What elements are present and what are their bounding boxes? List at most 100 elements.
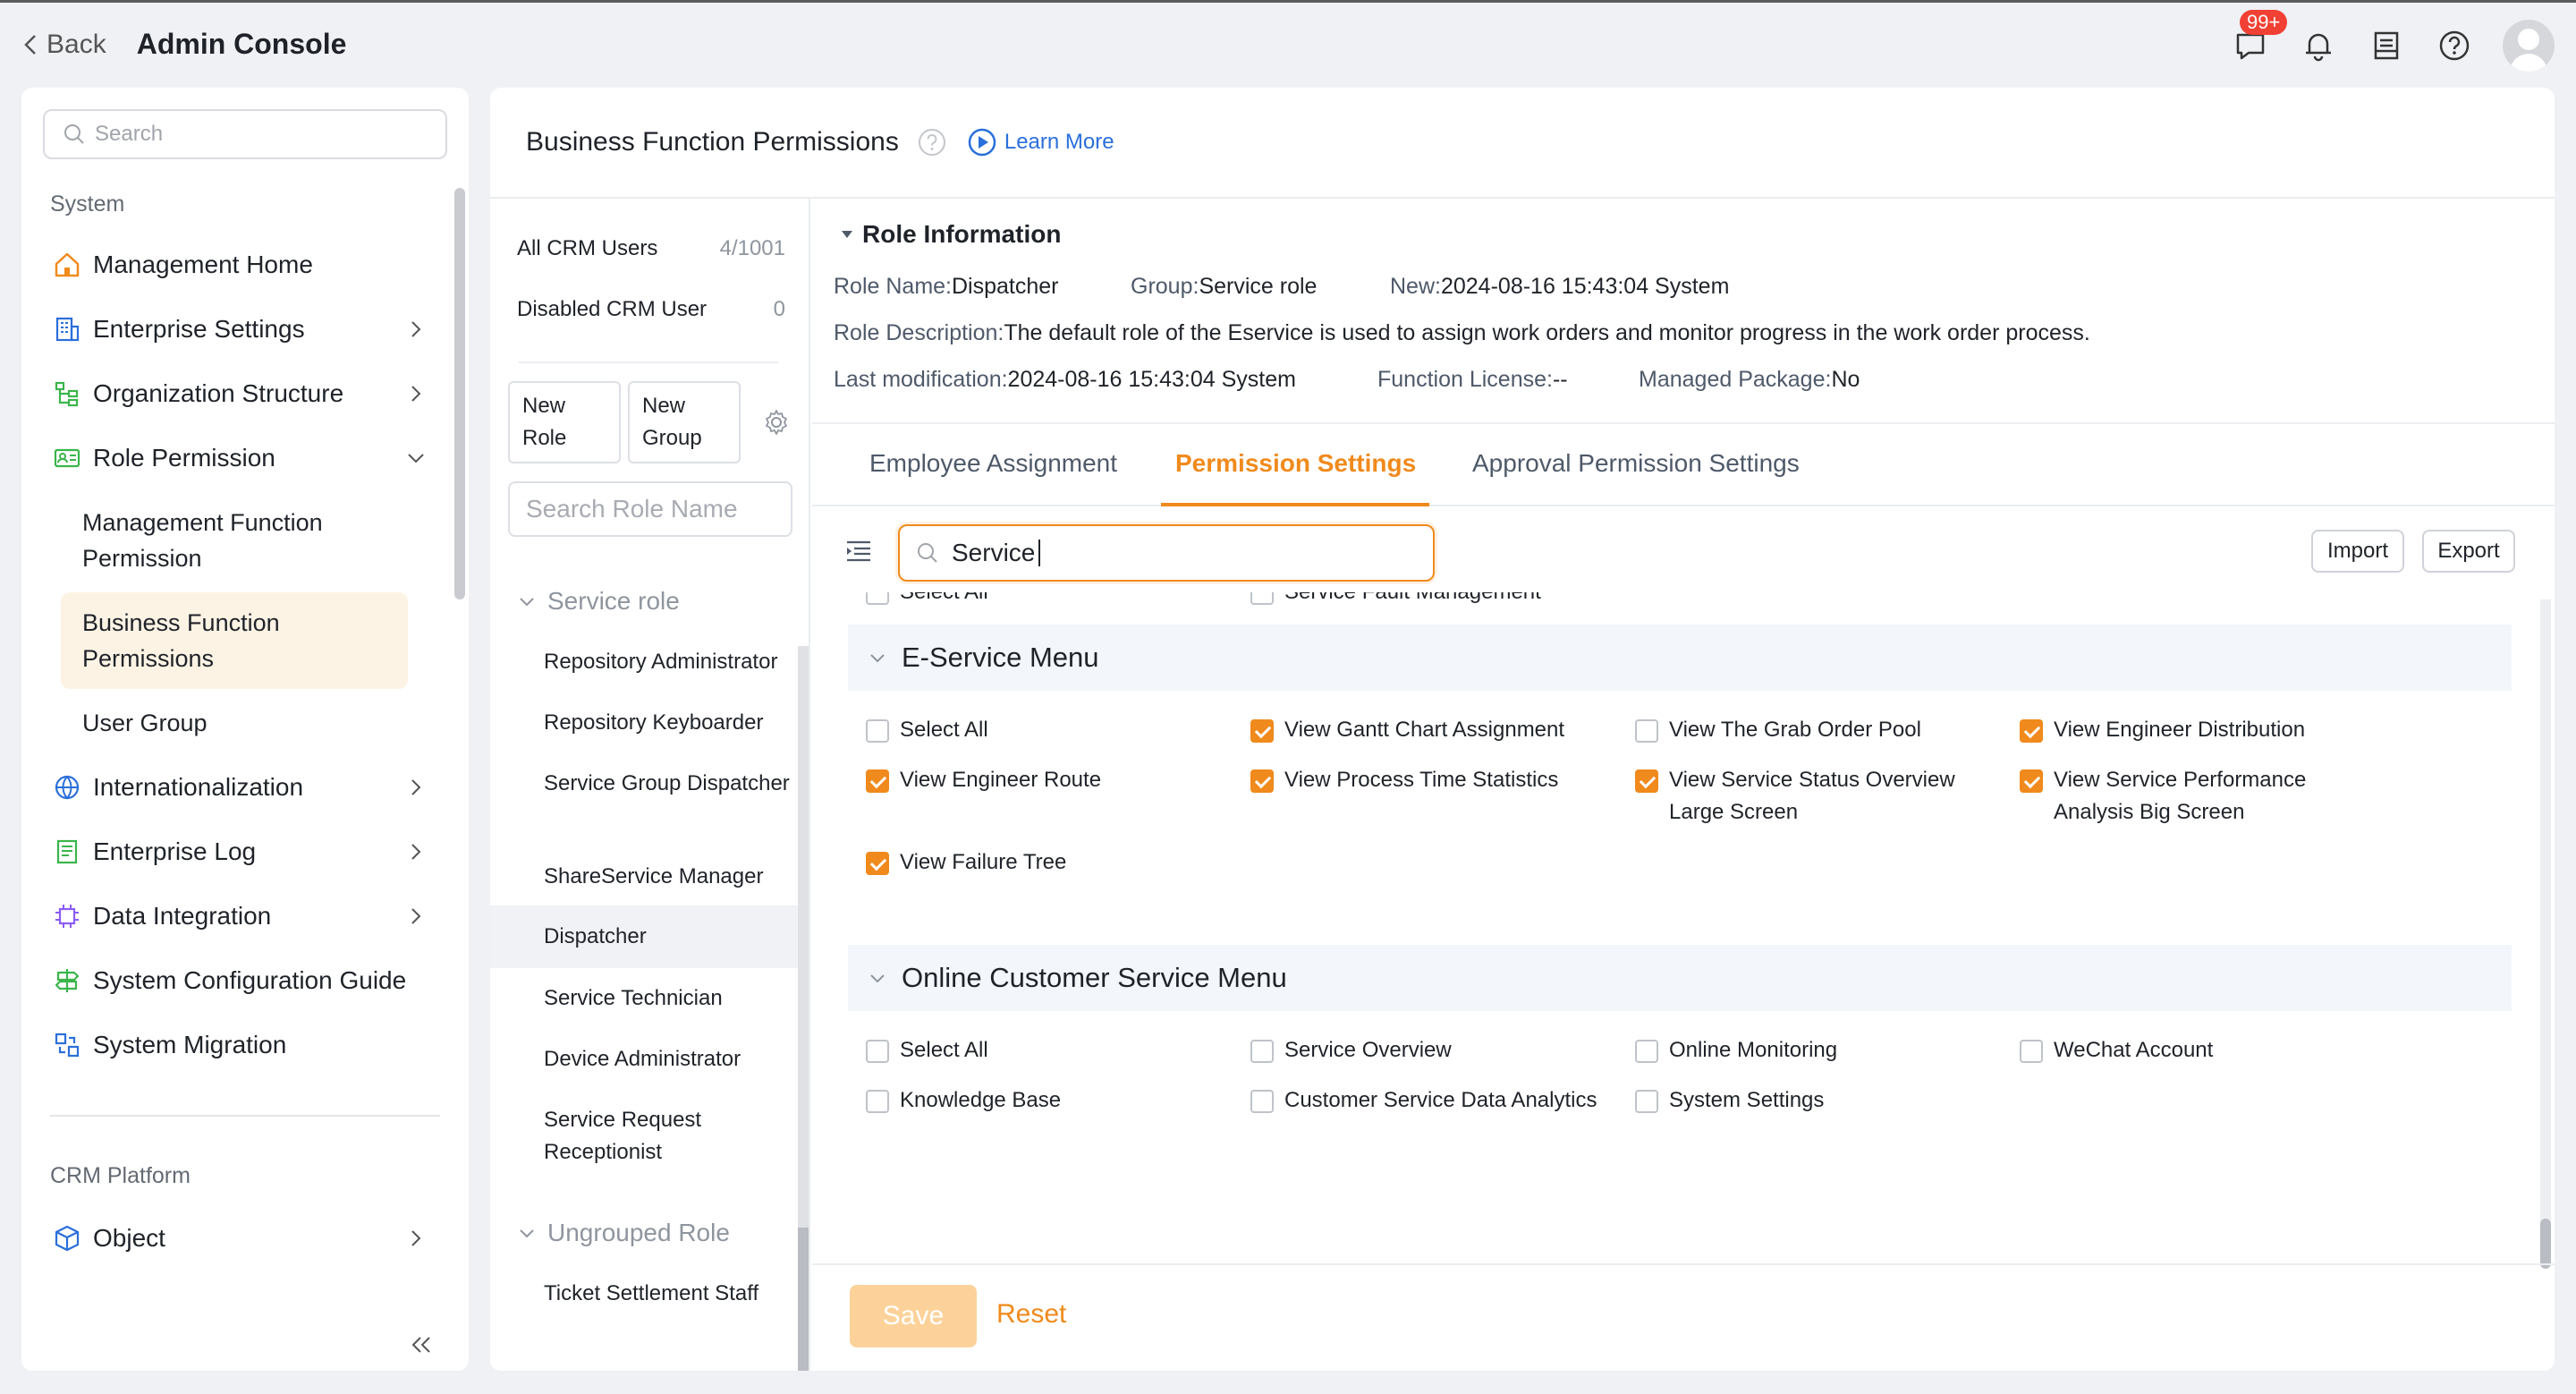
all-crm-users-row[interactable]: All CRM Users 4/1001 xyxy=(517,236,785,261)
permission-checkbox-item[interactable]: Online Monitoring xyxy=(1635,1034,1957,1067)
permission-checkbox-item[interactable]: View Gantt Chart Assignment xyxy=(1250,714,1608,746)
permission-checkbox-item[interactable]: System Settings xyxy=(1635,1084,1957,1117)
checkbox-label: Knowledge Base xyxy=(900,1088,1062,1112)
help-circle-icon[interactable] xyxy=(917,127,947,157)
checkbox[interactable] xyxy=(2020,1040,2043,1063)
sidebar-subitem-user-group[interactable]: User Group xyxy=(61,705,408,741)
sidebar-item-enterprise-log[interactable]: Enterprise Log xyxy=(52,825,433,879)
permission-checkbox-item[interactable]: View Service Status Overview Large Scree… xyxy=(1635,764,1957,829)
help-icon[interactable] xyxy=(2435,26,2474,65)
role-item[interactable]: Repository Administrator xyxy=(544,646,803,678)
gear-icon[interactable] xyxy=(762,408,791,437)
checkbox[interactable] xyxy=(2020,719,2043,743)
learn-more-link[interactable]: Learn More xyxy=(967,127,1114,157)
permission-scrollbar[interactable] xyxy=(2540,1219,2551,1269)
role-search-input[interactable]: Search Role Name xyxy=(508,481,792,537)
section-e-service-menu[interactable]: E-Service Menu xyxy=(848,625,2512,691)
checkbox[interactable] xyxy=(1635,719,1658,743)
checkbox[interactable] xyxy=(866,1040,889,1063)
sidebar-item-label: System Migration xyxy=(93,1031,287,1058)
role-item[interactable]: Service Group Dispatcher xyxy=(544,768,803,800)
permission-checkbox-item[interactable]: View Engineer Route xyxy=(866,764,1152,796)
checkbox[interactable] xyxy=(1250,1090,1274,1113)
inbox-icon[interactable] xyxy=(2367,26,2406,65)
tab-bar: Employee Assignment Permission Settings … xyxy=(812,422,2555,506)
new-group-button[interactable]: New Group xyxy=(628,381,741,463)
tab-employee-assignment[interactable]: Employee Assignment xyxy=(869,449,1117,478)
role-item[interactable]: Service Technician xyxy=(544,982,803,1015)
permission-search-input[interactable]: Service xyxy=(898,524,1435,582)
checkbox[interactable] xyxy=(866,852,889,875)
permission-checkbox-item[interactable]: View Process Time Statistics xyxy=(1250,764,1608,796)
checkbox[interactable] xyxy=(1635,1090,1658,1113)
permission-checkbox-item[interactable]: Service Overview xyxy=(1250,1034,1608,1067)
role-item[interactable]: Device Administrator xyxy=(544,1043,803,1075)
sidebar-subitem-business-function-permissions[interactable]: Business Function Permissions xyxy=(61,592,408,689)
sidebar-item-data-integration[interactable]: Data Integration xyxy=(52,889,433,943)
permission-checkbox-item[interactable]: Customer Service Data Analytics xyxy=(1250,1084,1608,1117)
sidebar-subitem-management-function-permission[interactable]: Management Function Permission xyxy=(61,505,408,576)
sidebar: Search System Management Home Enterprise… xyxy=(21,88,469,1371)
sidebar-item-management-home[interactable]: Management Home xyxy=(52,238,433,292)
role-item[interactable]: Service Request Receptionist xyxy=(544,1104,803,1169)
checkbox[interactable] xyxy=(1635,1040,1658,1063)
group-label: Service role xyxy=(547,587,680,615)
sidebar-search-input[interactable]: Search xyxy=(43,109,447,159)
role-information-toggle[interactable]: Role Information xyxy=(839,220,1061,249)
sidebar-item-enterprise-settings[interactable]: Enterprise Settings xyxy=(52,302,433,356)
group-ungrouped-role[interactable]: Ungrouped Role xyxy=(517,1219,730,1247)
new-role-button[interactable]: New Role xyxy=(508,381,621,463)
reset-button[interactable]: Reset xyxy=(996,1299,1066,1330)
checkbox[interactable] xyxy=(1635,769,1658,793)
tree-toggle-icon[interactable] xyxy=(844,539,873,564)
new-key: New: xyxy=(1390,274,1441,299)
new-value: 2024-08-16 15:43:04 System xyxy=(1440,274,1730,299)
checkbox-select-all-partial[interactable]: Select All xyxy=(866,592,988,608)
checkbox[interactable] xyxy=(866,769,889,793)
section-online-customer-service-menu[interactable]: Online Customer Service Menu xyxy=(848,945,2512,1011)
permission-checkbox-item[interactable]: View Engineer Distribution xyxy=(2020,714,2342,746)
sidebar-item-role-permission[interactable]: Role Permission xyxy=(52,431,433,485)
permission-checkbox-item[interactable]: Select All xyxy=(866,714,1152,746)
checkbox[interactable] xyxy=(866,1090,889,1113)
import-button[interactable]: Import xyxy=(2311,530,2404,573)
sidebar-item-internationalization[interactable]: Internationalization xyxy=(52,761,433,814)
role-item[interactable]: ShareService Manager xyxy=(544,861,803,893)
chat-icon[interactable]: 99+ xyxy=(2231,10,2288,65)
group-service-role[interactable]: Service role xyxy=(517,587,680,616)
disabled-crm-user-row[interactable]: Disabled CRM User 0 xyxy=(517,297,785,322)
checkbox[interactable] xyxy=(1250,592,1274,605)
role-list-scrollbar[interactable] xyxy=(798,1228,809,1371)
checkbox[interactable] xyxy=(1250,719,1274,743)
checkbox[interactable] xyxy=(1250,769,1274,793)
export-button[interactable]: Export xyxy=(2422,530,2515,573)
checkbox[interactable] xyxy=(866,592,889,605)
role-item[interactable]: Ticket Settlement Staff xyxy=(544,1278,803,1310)
permission-checkbox-item[interactable]: Select All xyxy=(866,1034,1152,1067)
checkbox[interactable] xyxy=(2020,769,2043,793)
permission-checkbox-item[interactable]: View The Grab Order Pool xyxy=(1635,714,1957,746)
permission-checkbox-item[interactable]: Knowledge Base xyxy=(866,1084,1152,1117)
sidebar-item-system-migration[interactable]: System Migration xyxy=(52,1018,433,1072)
sidebar-item-object[interactable]: Object xyxy=(52,1211,433,1265)
permission-checkbox-item[interactable]: View Failure Tree xyxy=(866,846,1152,879)
permission-checkbox-item[interactable]: View Service Performance Analysis Big Sc… xyxy=(2020,764,2342,829)
checkbox-label: View The Grab Order Pool xyxy=(1669,718,1921,742)
role-item-active[interactable]: Dispatcher xyxy=(490,905,800,968)
tab-approval-permission-settings[interactable]: Approval Permission Settings xyxy=(1472,449,1800,478)
collapse-sidebar-icon[interactable] xyxy=(408,1331,435,1358)
checkbox-service-fault-management[interactable]: Service Fault Management xyxy=(1250,592,1541,608)
role-name-key: Role Name: xyxy=(834,274,952,299)
avatar[interactable] xyxy=(2503,20,2555,72)
back-button[interactable]: Back xyxy=(21,30,106,60)
role-item[interactable]: Repository Keyboarder xyxy=(544,707,803,739)
sidebar-item-organization-structure[interactable]: Organization Structure xyxy=(52,367,433,421)
checkbox[interactable] xyxy=(1250,1040,1274,1063)
checkbox[interactable] xyxy=(866,719,889,743)
tab-permission-settings[interactable]: Permission Settings xyxy=(1175,449,1416,478)
permission-checkbox-item[interactable]: WeChat Account xyxy=(2020,1034,2342,1067)
sidebar-scrollbar[interactable] xyxy=(454,188,465,599)
bell-icon[interactable] xyxy=(2299,26,2338,65)
save-button[interactable]: Save xyxy=(850,1285,977,1347)
sidebar-item-system-configuration-guide[interactable]: System Configuration Guide xyxy=(52,954,433,1007)
